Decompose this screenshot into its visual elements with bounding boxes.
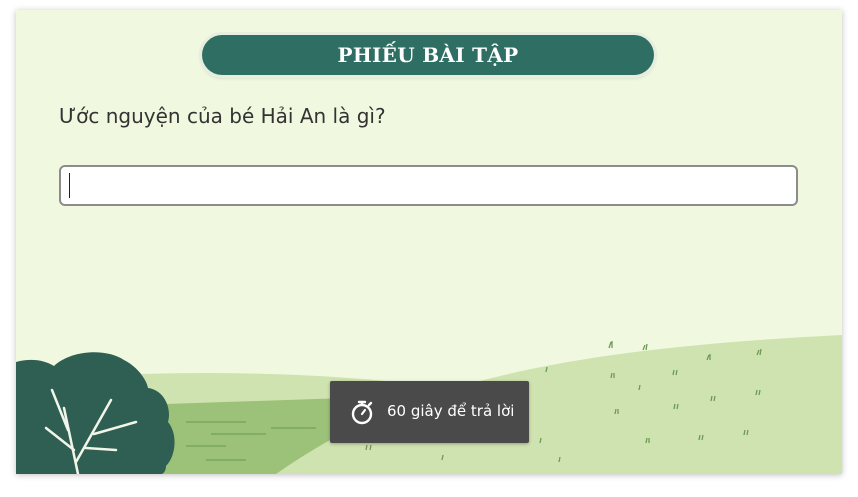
- question-text: Ước nguyện của bé Hải An là gì?: [59, 104, 386, 128]
- text-caret: [69, 173, 70, 198]
- worksheet-title: PHIẾU BÀI TẬP: [202, 35, 654, 75]
- answer-input[interactable]: [59, 165, 798, 206]
- timer-badge: 60 giây để trả lời: [330, 381, 529, 443]
- timer-label: 60 giây để trả lời: [387, 402, 515, 420]
- worksheet-card: PHIẾU BÀI TẬP Ước nguyện của bé Hải An l…: [16, 10, 842, 474]
- stopwatch-icon: [351, 400, 373, 425]
